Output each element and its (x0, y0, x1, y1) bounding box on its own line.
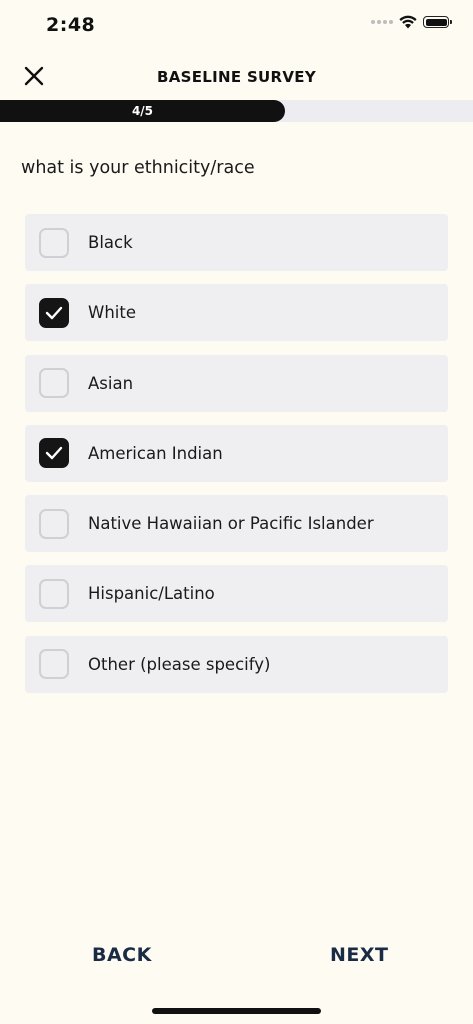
option-white[interactable]: White (25, 284, 448, 342)
option-native-hawaiian[interactable]: Native Hawaiian or Pacific Islander (25, 495, 448, 553)
checkbox[interactable] (39, 438, 69, 469)
option-label: Asian (88, 373, 134, 393)
option-black[interactable]: Black (25, 214, 448, 271)
checkbox[interactable] (39, 368, 69, 399)
option-american-indian[interactable]: American Indian (25, 424, 448, 482)
option-hispanic-latino[interactable]: Hispanic/Latino (25, 565, 448, 623)
page-title: BASELINE SURVEY (156, 68, 316, 86)
status-icons (371, 15, 452, 29)
status-time: 2:48 (46, 14, 96, 36)
checkbox[interactable] (39, 649, 69, 680)
option-label: Hispanic/Latino (88, 584, 215, 604)
checkbox[interactable] (39, 508, 69, 539)
back-button[interactable]: BACK (92, 944, 152, 966)
option-label: Black (88, 233, 133, 252)
option-label: American Indian (88, 443, 223, 463)
progress-bar: 4/5 (0, 100, 473, 122)
option-other[interactable]: Other (please specify) (25, 635, 448, 693)
signal-icon (371, 20, 393, 24)
wifi-icon (399, 15, 417, 29)
header: BASELINE SURVEY (0, 56, 473, 98)
home-indicator (152, 1008, 321, 1014)
option-label: Native Hawaiian or Pacific Islander (88, 514, 374, 534)
status-bar: 2:48 (0, 0, 473, 50)
checkbox[interactable] (39, 227, 69, 258)
battery-icon (423, 16, 452, 28)
checkbox[interactable] (39, 297, 69, 328)
check-icon (45, 447, 63, 460)
option-asian[interactable]: Asian (25, 354, 448, 412)
check-icon (45, 306, 63, 319)
checkbox[interactable] (39, 578, 69, 609)
question-text: what is your ethnicity/race (21, 158, 255, 178)
option-label: Other (please specify) (88, 654, 271, 674)
options-list: Black White Asian American Indian Native… (25, 214, 448, 706)
option-label: White (88, 303, 136, 323)
next-button[interactable]: NEXT (330, 944, 389, 966)
progress-label: 4/5 (131, 104, 154, 118)
